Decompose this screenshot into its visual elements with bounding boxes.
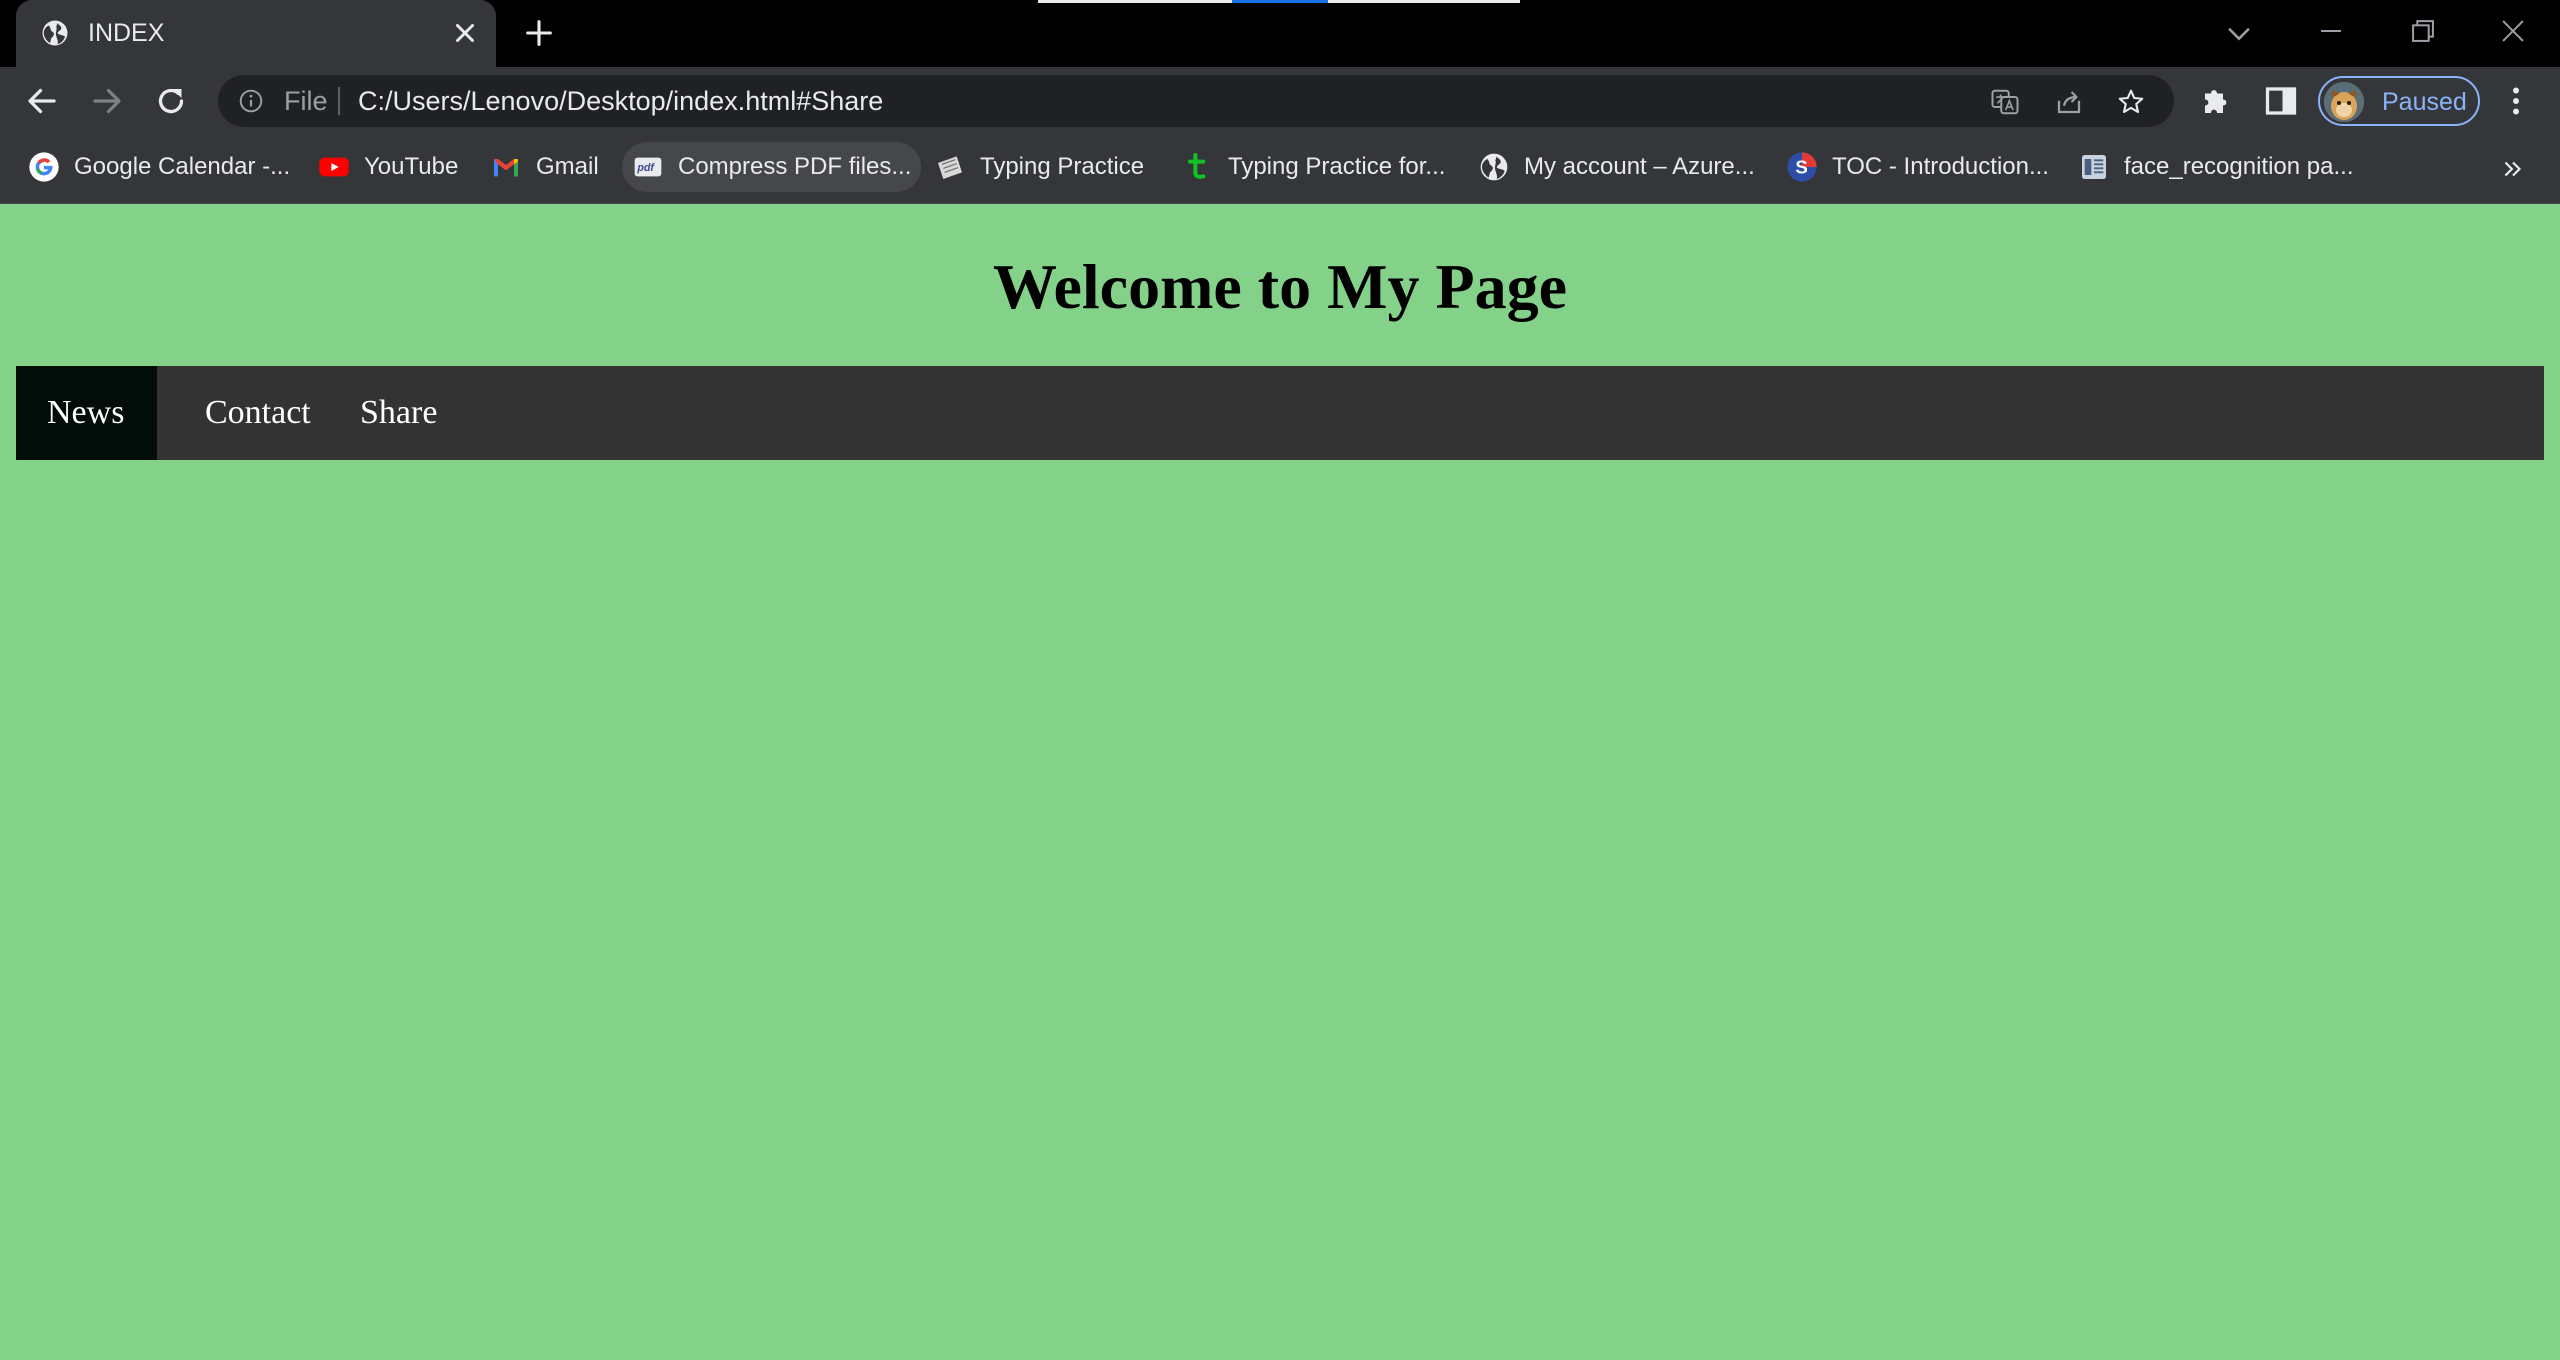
page-content: Welcome to My Page News Contact Share xyxy=(0,205,2560,1360)
bookmarks-bar: Google Calendar -... YouTube Gmail pdf C… xyxy=(0,134,2560,204)
nav-item-share[interactable]: Share xyxy=(328,366,469,460)
chevron-down-icon[interactable] xyxy=(2222,16,2256,50)
svg-text:S: S xyxy=(1795,157,1807,178)
bookmark-youtube[interactable]: YouTube xyxy=(308,142,468,192)
close-window-icon[interactable] xyxy=(2496,14,2530,48)
bookmark-label: Typing Practice for... xyxy=(1228,153,1446,180)
bookmark-label: Typing Practice xyxy=(980,153,1145,180)
site-s-icon: S xyxy=(1787,152,1817,182)
bookmark-star-icon[interactable] xyxy=(2116,87,2146,117)
tab-title: INDEX xyxy=(88,19,165,47)
bookmark-label: Compress PDF files... xyxy=(678,153,912,180)
info-icon[interactable] xyxy=(238,88,264,114)
extensions-puzzle-icon[interactable] xyxy=(2199,83,2235,119)
bookmark-typing-practice-for[interactable]: Typing Practice for... xyxy=(1172,142,1455,192)
browser-tab[interactable]: INDEX xyxy=(16,0,496,67)
reload-icon[interactable] xyxy=(153,83,189,119)
back-arrow-icon[interactable] xyxy=(24,83,60,119)
address-bar[interactable]: File C:/Users/Lenovo/Desktop/index.html#… xyxy=(218,75,2174,127)
bookmark-label: TOC - Introduction... xyxy=(1832,153,2049,180)
bookmark-label: face_recognition pa... xyxy=(2124,153,2354,180)
globe-icon xyxy=(1480,153,1508,181)
page-title: Welcome to My Page xyxy=(993,251,1567,322)
nav-item-contact[interactable]: Contact xyxy=(173,366,343,460)
bookmark-google-calendar[interactable]: Google Calendar -... xyxy=(18,142,300,192)
keyboard-icon xyxy=(938,156,962,179)
bookmark-face-recognition[interactable]: face_recognition pa... xyxy=(2068,142,2364,192)
tab-strip-indicator-end xyxy=(1328,0,1520,3)
close-tab-icon[interactable] xyxy=(450,18,480,48)
avatar-image xyxy=(2324,82,2364,122)
url-separator xyxy=(338,87,340,115)
google-icon xyxy=(29,152,59,182)
top-navigation: News Contact Share xyxy=(16,366,2544,460)
globe-icon xyxy=(42,20,68,46)
url-text[interactable]: C:/Users/Lenovo/Desktop/index.html#Share xyxy=(358,86,883,116)
nav-item-news[interactable]: News xyxy=(16,366,157,460)
side-panel-icon[interactable] xyxy=(2263,83,2299,119)
translate-icon[interactable] xyxy=(1990,87,2020,117)
bookmark-label: Gmail xyxy=(536,153,599,180)
profile-button[interactable]: Paused xyxy=(2318,76,2480,126)
restore-icon[interactable] xyxy=(2406,14,2440,48)
tab-strip-indicator-active xyxy=(1232,0,1328,3)
browser-toolbar: File C:/Users/Lenovo/Desktop/index.html#… xyxy=(0,67,2560,134)
tab-strip: INDEX xyxy=(0,0,2560,67)
bookmark-typing-practice[interactable]: Typing Practice xyxy=(924,142,1154,192)
pdf-icon: pdf xyxy=(634,157,662,177)
share-icon[interactable] xyxy=(2054,87,2084,117)
forward-arrow-icon[interactable] xyxy=(89,83,125,119)
bookmark-azure-account[interactable]: My account – Azure... xyxy=(1468,142,1765,192)
more-vertical-icon[interactable] xyxy=(2498,83,2534,119)
tab-strip-indicator xyxy=(1038,0,1232,3)
bookmark-gmail[interactable]: Gmail xyxy=(480,142,609,192)
bookmark-label: YouTube xyxy=(364,153,459,180)
url-scheme-label: File xyxy=(284,86,328,116)
bookmark-toc-introduction[interactable]: S TOC - Introduction... xyxy=(1776,142,2059,192)
typing-t-icon xyxy=(1188,153,1206,179)
new-tab-icon[interactable] xyxy=(522,16,556,50)
minimize-icon[interactable] xyxy=(2314,14,2348,48)
svg-text:pdf: pdf xyxy=(636,162,655,174)
bookmark-label: Google Calendar -... xyxy=(74,153,291,180)
bookmark-compress-pdf[interactable]: pdf Compress PDF files... xyxy=(622,142,922,192)
youtube-icon xyxy=(319,157,349,177)
document-icon xyxy=(2082,155,2106,179)
profile-status-label: Paused xyxy=(2382,88,2467,116)
chevron-double-right-icon[interactable] xyxy=(2500,156,2526,182)
bookmark-label: My account – Azure... xyxy=(1524,153,1755,180)
avatar xyxy=(2324,82,2364,122)
gmail-icon xyxy=(494,159,518,177)
